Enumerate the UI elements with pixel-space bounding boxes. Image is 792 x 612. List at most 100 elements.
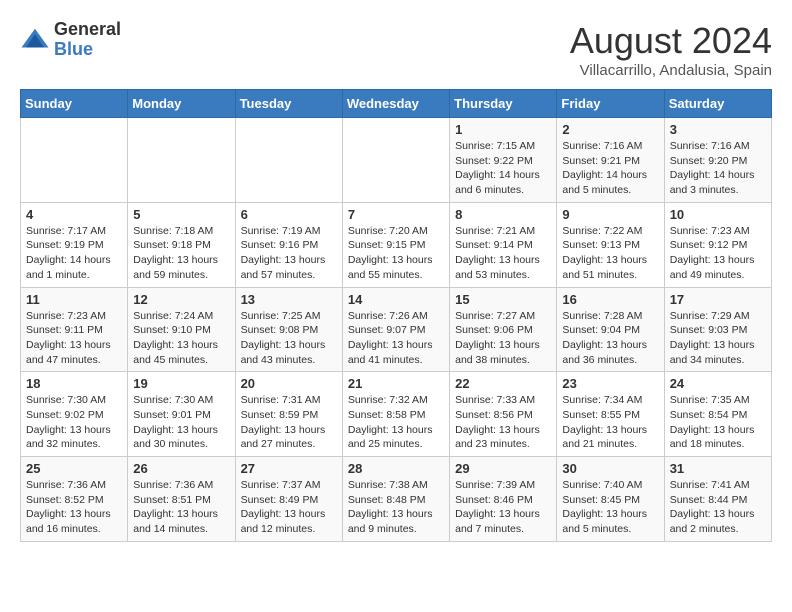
location-subtitle: Villacarrillo, Andalusia, Spain bbox=[570, 62, 772, 79]
logo-text: General Blue bbox=[54, 20, 121, 60]
day-number: 19 bbox=[133, 376, 229, 391]
calendar-cell: 25Sunrise: 7:36 AMSunset: 8:52 PMDayligh… bbox=[21, 457, 128, 542]
calendar-week-5: 25Sunrise: 7:36 AMSunset: 8:52 PMDayligh… bbox=[21, 457, 772, 542]
calendar-cell: 21 Sunrise: 7:32 AMSunset: 8:58 PMDayligh… bbox=[342, 372, 449, 457]
day-info: Sunrise: 7:19 AMSunset: 9:16 PMDaylight:… bbox=[241, 224, 337, 283]
calendar-table: SundayMondayTuesdayWednesdayThursdayFrid… bbox=[20, 89, 772, 542]
day-number: 29 bbox=[455, 461, 551, 476]
day-number: 7 bbox=[348, 207, 444, 222]
day-info: Sunrise: 7:15 AMSunset: 9:22 PMDaylight:… bbox=[455, 139, 551, 198]
calendar-week-1: 1 Sunrise: 7:15 AMSunset: 9:22 PMDaylight… bbox=[21, 118, 772, 203]
day-info: Sunrise: 7:33 AMSunset: 8:56 PMDaylight:… bbox=[455, 393, 551, 452]
weekday-header-monday: Monday bbox=[128, 90, 235, 118]
calendar-cell: 2 Sunrise: 7:16 AMSunset: 9:21 PMDaylight… bbox=[557, 118, 664, 203]
day-number: 21 bbox=[348, 376, 444, 391]
day-info: Sunrise: 7:41 AMSunset: 8:44 PMDaylight:… bbox=[670, 478, 766, 537]
day-info: Sunrise: 7:17 AMSunset: 9:19 PMDaylight:… bbox=[26, 224, 122, 283]
day-number: 20 bbox=[241, 376, 337, 391]
day-info: Sunrise: 7:16 AMSunset: 9:20 PMDaylight:… bbox=[670, 139, 766, 198]
calendar-week-2: 4Sunrise: 7:17 AMSunset: 9:19 PMDaylight… bbox=[21, 202, 772, 287]
calendar-cell: 18 Sunrise: 7:30 AMSunset: 9:02 PMDayligh… bbox=[21, 372, 128, 457]
calendar-cell: 10 Sunrise: 7:23 AMSunset: 9:12 PMDayligh… bbox=[664, 202, 771, 287]
day-info: Sunrise: 7:37 AMSunset: 8:49 PMDaylight:… bbox=[241, 478, 337, 537]
day-number: 6 bbox=[241, 207, 337, 222]
day-number: 18 bbox=[26, 376, 122, 391]
calendar-cell: 7 Sunrise: 7:20 AMSunset: 9:15 PMDaylight… bbox=[342, 202, 449, 287]
day-number: 1 bbox=[455, 122, 551, 137]
calendar-cell: 9Sunrise: 7:22 AMSunset: 9:13 PMDaylight… bbox=[557, 202, 664, 287]
day-number: 10 bbox=[670, 207, 766, 222]
day-number: 26 bbox=[133, 461, 229, 476]
day-number: 31 bbox=[670, 461, 766, 476]
day-number: 25 bbox=[26, 461, 122, 476]
day-info: Sunrise: 7:28 AMSunset: 9:04 PMDaylight:… bbox=[562, 309, 658, 368]
calendar-cell: 13Sunrise: 7:25 AMSunset: 9:08 PMDayligh… bbox=[235, 287, 342, 372]
calendar-week-4: 18 Sunrise: 7:30 AMSunset: 9:02 PMDayligh… bbox=[21, 372, 772, 457]
day-number: 2 bbox=[562, 122, 658, 137]
day-info: Sunrise: 7:30 AMSunset: 9:02 PMDaylight:… bbox=[26, 393, 122, 452]
calendar-cell: 30Sunrise: 7:40 AMSunset: 8:45 PMDayligh… bbox=[557, 457, 664, 542]
calendar-cell: 12Sunrise: 7:24 AMSunset: 9:10 PMDayligh… bbox=[128, 287, 235, 372]
calendar-cell: 20 Sunrise: 7:31 AMSunset: 8:59 PMDayligh… bbox=[235, 372, 342, 457]
calendar-cell: 19 Sunrise: 7:30 AMSunset: 9:01 PMDayligh… bbox=[128, 372, 235, 457]
day-info: Sunrise: 7:36 AMSunset: 8:51 PMDaylight:… bbox=[133, 478, 229, 537]
day-info: Sunrise: 7:35 AMSunset: 8:54 PMDaylight:… bbox=[670, 393, 766, 452]
day-info: Sunrise: 7:27 AMSunset: 9:06 PMDaylight:… bbox=[455, 309, 551, 368]
calendar-cell: 8 Sunrise: 7:21 AMSunset: 9:14 PMDaylight… bbox=[450, 202, 557, 287]
day-info: Sunrise: 7:16 AMSunset: 9:21 PMDaylight:… bbox=[562, 139, 658, 198]
day-info: Sunrise: 7:25 AMSunset: 9:08 PMDaylight:… bbox=[241, 309, 337, 368]
day-number: 5 bbox=[133, 207, 229, 222]
title-area: August 2024 Villacarrillo, Andalusia, Sp… bbox=[570, 20, 772, 79]
day-number: 8 bbox=[455, 207, 551, 222]
day-number: 27 bbox=[241, 461, 337, 476]
weekday-header-saturday: Saturday bbox=[664, 90, 771, 118]
day-info: Sunrise: 7:20 AMSunset: 9:15 PMDaylight:… bbox=[348, 224, 444, 283]
day-number: 15 bbox=[455, 292, 551, 307]
day-number: 22 bbox=[455, 376, 551, 391]
calendar-cell: 1 Sunrise: 7:15 AMSunset: 9:22 PMDaylight… bbox=[450, 118, 557, 203]
calendar-cell: 15 Sunrise: 7:27 AMSunset: 9:06 PMDayligh… bbox=[450, 287, 557, 372]
calendar-cell: 28 Sunrise: 7:38 AMSunset: 8:48 PMDayligh… bbox=[342, 457, 449, 542]
weekday-header-wednesday: Wednesday bbox=[342, 90, 449, 118]
day-info: Sunrise: 7:23 AMSunset: 9:12 PMDaylight:… bbox=[670, 224, 766, 283]
day-info: Sunrise: 7:32 AMSunset: 8:58 PMDaylight:… bbox=[348, 393, 444, 452]
calendar-header: SundayMondayTuesdayWednesdayThursdayFrid… bbox=[21, 90, 772, 118]
day-info: Sunrise: 7:38 AMSunset: 8:48 PMDaylight:… bbox=[348, 478, 444, 537]
day-info: Sunrise: 7:21 AMSunset: 9:14 PMDaylight:… bbox=[455, 224, 551, 283]
day-info: Sunrise: 7:24 AMSunset: 9:10 PMDaylight:… bbox=[133, 309, 229, 368]
calendar-cell bbox=[128, 118, 235, 203]
day-info: Sunrise: 7:30 AMSunset: 9:01 PMDaylight:… bbox=[133, 393, 229, 452]
header: General Blue August 2024 Villacarrillo, … bbox=[20, 20, 772, 79]
day-info: Sunrise: 7:39 AMSunset: 8:46 PMDaylight:… bbox=[455, 478, 551, 537]
weekday-header-friday: Friday bbox=[557, 90, 664, 118]
weekday-header-sunday: Sunday bbox=[21, 90, 128, 118]
calendar-cell: 24 Sunrise: 7:35 AMSunset: 8:54 PMDayligh… bbox=[664, 372, 771, 457]
calendar-cell: 17 Sunrise: 7:29 AMSunset: 9:03 PMDayligh… bbox=[664, 287, 771, 372]
calendar-cell: 14Sunrise: 7:26 AMSunset: 9:07 PMDayligh… bbox=[342, 287, 449, 372]
logo-general-text: General bbox=[54, 20, 121, 40]
day-info: Sunrise: 7:29 AMSunset: 9:03 PMDaylight:… bbox=[670, 309, 766, 368]
day-info: Sunrise: 7:31 AMSunset: 8:59 PMDaylight:… bbox=[241, 393, 337, 452]
calendar-cell: 6 Sunrise: 7:19 AMSunset: 9:16 PMDaylight… bbox=[235, 202, 342, 287]
logo-blue-text: Blue bbox=[54, 40, 121, 60]
calendar-cell: 31 Sunrise: 7:41 AMSunset: 8:44 PMDayligh… bbox=[664, 457, 771, 542]
day-number: 24 bbox=[670, 376, 766, 391]
day-info: Sunrise: 7:40 AMSunset: 8:45 PMDaylight:… bbox=[562, 478, 658, 537]
calendar-body: 1 Sunrise: 7:15 AMSunset: 9:22 PMDaylight… bbox=[21, 118, 772, 542]
day-number: 23 bbox=[562, 376, 658, 391]
day-number: 16 bbox=[562, 292, 658, 307]
day-number: 3 bbox=[670, 122, 766, 137]
day-info: Sunrise: 7:18 AMSunset: 9:18 PMDaylight:… bbox=[133, 224, 229, 283]
day-number: 9 bbox=[562, 207, 658, 222]
calendar-cell: 3 Sunrise: 7:16 AMSunset: 9:20 PMDaylight… bbox=[664, 118, 771, 203]
day-number: 17 bbox=[670, 292, 766, 307]
calendar-cell bbox=[235, 118, 342, 203]
calendar-cell bbox=[21, 118, 128, 203]
month-title: August 2024 bbox=[570, 20, 772, 62]
day-number: 28 bbox=[348, 461, 444, 476]
calendar-cell bbox=[342, 118, 449, 203]
day-number: 11 bbox=[26, 292, 122, 307]
weekday-header-thursday: Thursday bbox=[450, 90, 557, 118]
calendar-cell: 5 Sunrise: 7:18 AMSunset: 9:18 PMDaylight… bbox=[128, 202, 235, 287]
day-info: Sunrise: 7:23 AMSunset: 9:11 PMDaylight:… bbox=[26, 309, 122, 368]
